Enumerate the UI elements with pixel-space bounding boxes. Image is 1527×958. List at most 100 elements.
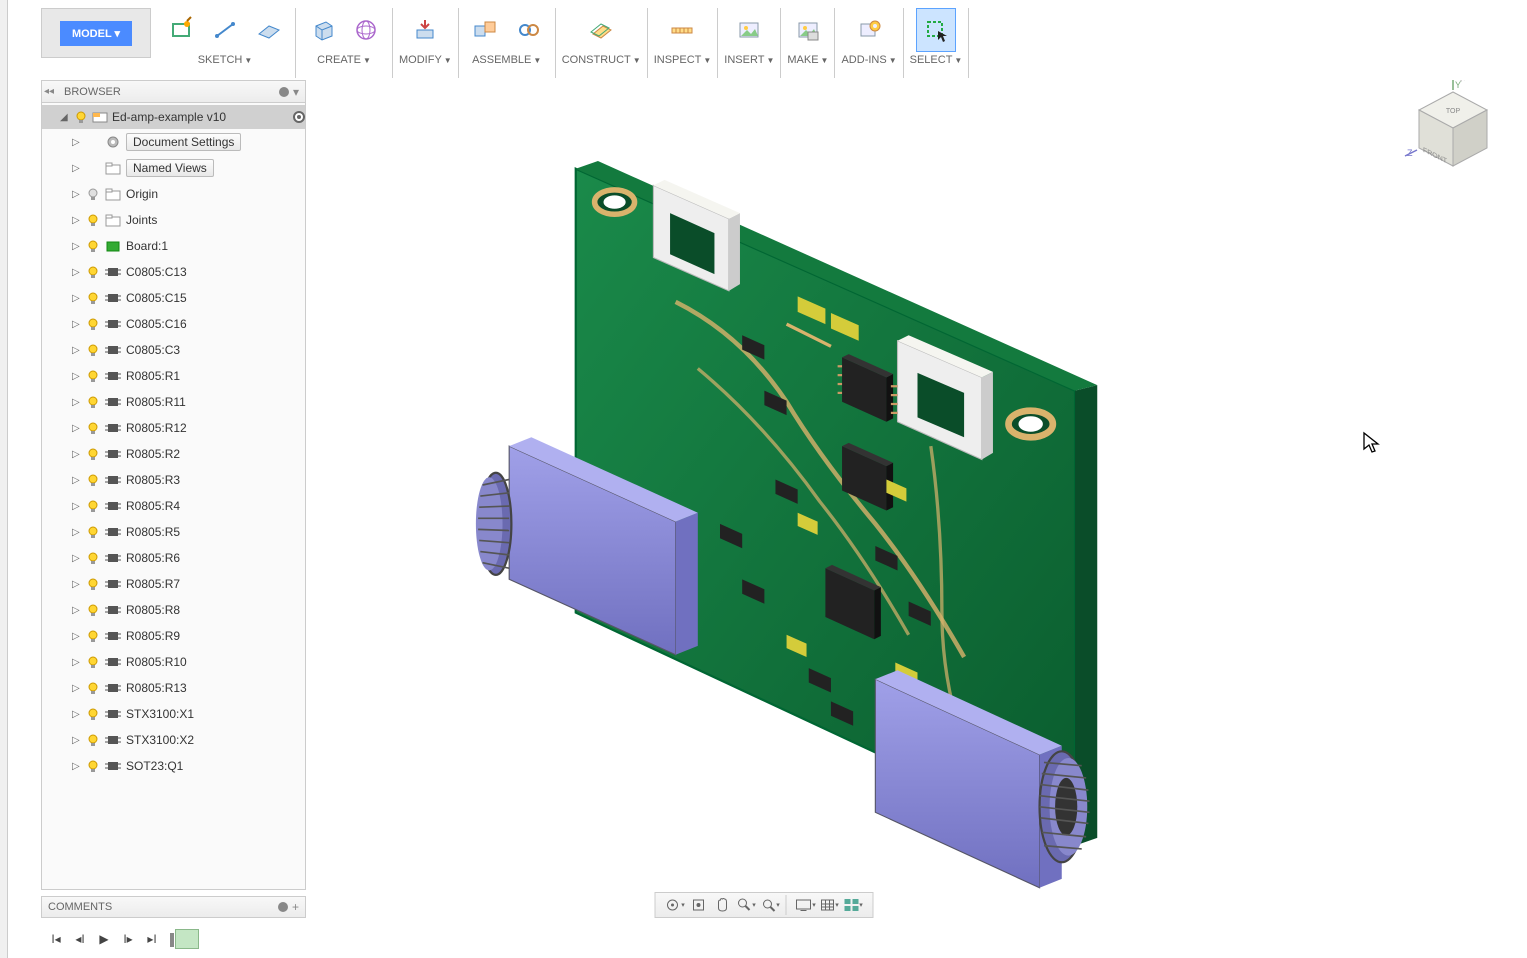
bulb-icon[interactable] xyxy=(86,395,100,409)
activate-radio-icon[interactable] xyxy=(293,111,305,123)
comments-panel-header[interactable]: COMMENTS + xyxy=(41,896,306,918)
bulb-icon[interactable] xyxy=(86,577,100,591)
tree-item[interactable]: ▷C0805:C13 xyxy=(42,259,305,285)
tree-item[interactable]: ▷Document Settings xyxy=(42,129,305,155)
display-settings-icon[interactable]: ▾ xyxy=(794,895,816,915)
bulb-icon[interactable] xyxy=(86,603,100,617)
expand-icon[interactable]: ▷ xyxy=(72,189,80,200)
expand-icon[interactable]: ▷ xyxy=(72,449,80,460)
bulb-icon[interactable] xyxy=(86,733,100,747)
insert-image-button[interactable] xyxy=(729,8,769,52)
model-workspace-button[interactable]: MODEL ▾ xyxy=(60,21,132,46)
tree-item[interactable]: ▷Joints xyxy=(42,207,305,233)
bulb-icon[interactable] xyxy=(86,239,100,253)
expand-icon[interactable]: ▷ xyxy=(72,137,80,148)
expand-icon[interactable]: ▷ xyxy=(72,527,80,538)
expand-icon[interactable]: ▷ xyxy=(72,709,80,720)
tree-item[interactable]: ▷R0805:R12 xyxy=(42,415,305,441)
sketch-rect-button[interactable] xyxy=(161,8,201,52)
browser-menu-icon[interactable]: ▾ xyxy=(293,85,299,99)
timeline-end-button[interactable]: ▸I xyxy=(143,930,161,948)
tree-item[interactable]: ▷R0805:R6 xyxy=(42,545,305,571)
tree-item[interactable]: ▷R0805:R11 xyxy=(42,389,305,415)
expand-icon[interactable]: ▷ xyxy=(72,397,80,408)
timeline-back-button[interactable]: ◂I xyxy=(71,930,89,948)
tree-root[interactable]: ◢ Ed-amp-example v10 xyxy=(42,105,305,129)
toolbar-label-inspect[interactable]: INSPECT ▼ xyxy=(654,54,712,66)
modify-press-button[interactable] xyxy=(405,8,445,52)
fit-icon[interactable]: ▾ xyxy=(759,895,781,915)
workspace-selector[interactable]: MODEL ▾ xyxy=(41,8,151,58)
make-print-button[interactable] xyxy=(788,8,828,52)
tree-item[interactable]: ▷STX3100:X2 xyxy=(42,727,305,753)
expand-icon[interactable]: ▷ xyxy=(72,241,80,252)
tree-item[interactable]: ▷SOT23:Q1 xyxy=(42,753,305,779)
expand-icon[interactable]: ▷ xyxy=(72,761,80,772)
tree-item[interactable]: ▷R0805:R10 xyxy=(42,649,305,675)
inspect-measure-button[interactable] xyxy=(662,8,702,52)
toolbar-label-sketch[interactable]: SKETCH ▼ xyxy=(198,54,253,66)
lookAt-icon[interactable] xyxy=(687,895,709,915)
bulb-icon[interactable] xyxy=(86,629,100,643)
expand-icon[interactable]: ▷ xyxy=(72,657,80,668)
bulb-icon[interactable] xyxy=(86,343,100,357)
bulb-icon[interactable] xyxy=(86,473,100,487)
bulb-icon[interactable] xyxy=(86,759,100,773)
viewport-layout-icon[interactable]: ▾ xyxy=(842,895,864,915)
toolbar-label-construct[interactable]: CONSTRUCT ▼ xyxy=(562,54,641,66)
tree-item[interactable]: ▷R0805:R3 xyxy=(42,467,305,493)
zoom-icon[interactable]: ▾ xyxy=(735,895,757,915)
toolbar-label-modify[interactable]: MODIFY ▼ xyxy=(399,54,452,66)
comments-pin-icon[interactable] xyxy=(278,902,288,912)
expand-icon[interactable]: ▷ xyxy=(72,267,80,278)
toolbar-label-insert[interactable]: INSERT ▼ xyxy=(724,54,774,66)
bulb-icon[interactable] xyxy=(86,525,100,539)
select-box-button[interactable] xyxy=(916,8,956,52)
toolbar-label-select[interactable]: SELECT ▼ xyxy=(910,54,963,66)
collapse-arrows-icon[interactable]: ◂◂ xyxy=(44,86,54,97)
toolbar-label-add-ins[interactable]: ADD-INS ▼ xyxy=(841,54,896,66)
bulb-icon[interactable] xyxy=(86,291,100,305)
tree-item[interactable]: ▷R0805:R5 xyxy=(42,519,305,545)
tree-item[interactable]: ▷C0805:C3 xyxy=(42,337,305,363)
timeline-forward-button[interactable]: I▸ xyxy=(119,930,137,948)
bulb-icon[interactable] xyxy=(86,213,100,227)
expand-icon[interactable]: ▷ xyxy=(72,553,80,564)
viewport-3d[interactable]: TOP FRONT RIGHT Y Z xyxy=(308,80,1527,890)
tree-item[interactable]: ▷Named Views xyxy=(42,155,305,181)
tree-item[interactable]: ▷R0805:R9 xyxy=(42,623,305,649)
bulb-icon[interactable] xyxy=(86,187,100,201)
toolbar-label-make[interactable]: MAKE ▼ xyxy=(787,54,828,66)
tree-item[interactable]: ▷Origin xyxy=(42,181,305,207)
tree-item[interactable]: ▷R0805:R2 xyxy=(42,441,305,467)
expand-icon[interactable]: ▷ xyxy=(72,475,80,486)
bulb-icon[interactable] xyxy=(86,369,100,383)
expand-icon[interactable]: ▷ xyxy=(72,423,80,434)
bulb-icon[interactable] xyxy=(86,421,100,435)
timeline-feature-icon[interactable] xyxy=(175,929,199,949)
bulb-icon[interactable] xyxy=(86,551,100,565)
expand-icon[interactable]: ▷ xyxy=(72,501,80,512)
toolbar-label-assemble[interactable]: ASSEMBLE ▼ xyxy=(472,54,541,66)
addins-gear-button[interactable] xyxy=(849,8,889,52)
sketch-line-button[interactable] xyxy=(205,8,245,52)
tree-item[interactable]: ▷R0805:R13 xyxy=(42,675,305,701)
bulb-icon[interactable] xyxy=(86,447,100,461)
tree-item[interactable]: ▷C0805:C15 xyxy=(42,285,305,311)
bulb-icon[interactable] xyxy=(86,317,100,331)
expand-icon[interactable]: ▷ xyxy=(72,605,80,616)
pan-icon[interactable] xyxy=(711,895,733,915)
expand-icon[interactable]: ▷ xyxy=(72,319,80,330)
sketch-plane-button[interactable] xyxy=(249,8,289,52)
viewcube[interactable]: TOP FRONT RIGHT Y Z xyxy=(1403,80,1503,180)
create-sphere-button[interactable] xyxy=(346,8,386,52)
expand-icon[interactable]: ▷ xyxy=(72,293,80,304)
browser-header[interactable]: ◂◂ BROWSER ▾ xyxy=(42,81,305,103)
assemble-comp-button[interactable] xyxy=(465,8,505,52)
tree-item[interactable]: ▷R0805:R1 xyxy=(42,363,305,389)
bulb-icon[interactable] xyxy=(86,707,100,721)
expand-icon[interactable]: ▷ xyxy=(72,345,80,356)
expand-icon[interactable]: ▷ xyxy=(72,735,80,746)
bulb-icon[interactable] xyxy=(74,110,88,124)
grid-settings-icon[interactable]: ▾ xyxy=(818,895,840,915)
